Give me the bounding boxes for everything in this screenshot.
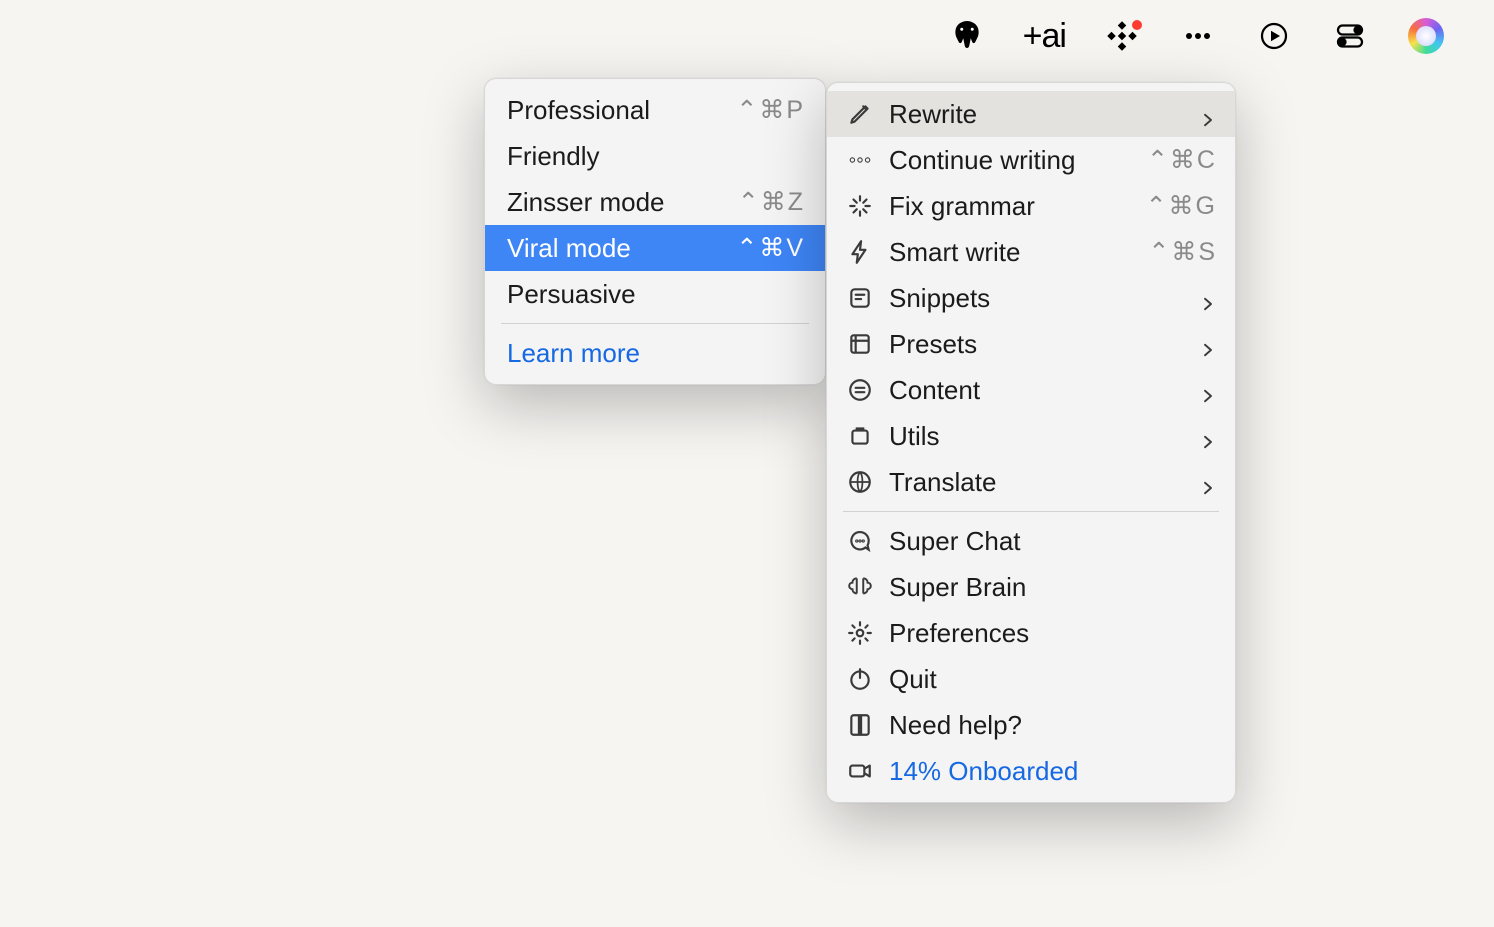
menu-item-label: Preferences bbox=[889, 618, 1217, 649]
chevron-right-icon bbox=[1199, 335, 1217, 353]
content-icon bbox=[845, 375, 875, 405]
menu-separator bbox=[501, 323, 809, 324]
menu-item-snippets[interactable]: Snippets bbox=[827, 275, 1235, 321]
submenu-item-label: Viral mode bbox=[505, 233, 736, 264]
shortcut-label: ⌃⌘G bbox=[1146, 191, 1217, 221]
menu-item-label: Quit bbox=[889, 664, 1217, 695]
chevron-right-icon bbox=[1199, 289, 1217, 307]
diamond-app-icon[interactable] bbox=[1102, 16, 1142, 56]
menu-item-label: Content bbox=[889, 375, 1199, 406]
menu-item-label: Utils bbox=[889, 421, 1199, 452]
chevron-right-icon bbox=[1199, 381, 1217, 399]
menu-item-quit[interactable]: Quit bbox=[827, 656, 1235, 702]
submenu-item-label: Zinsser mode bbox=[505, 187, 738, 218]
menu-item-content[interactable]: Content bbox=[827, 367, 1235, 413]
shortcut-label: ⌃⌘Z bbox=[738, 187, 805, 217]
menu-item-14-onboarded[interactable]: 14% Onboarded bbox=[827, 748, 1235, 794]
bolt-icon bbox=[845, 237, 875, 267]
submenu-item-persuasive[interactable]: Persuasive bbox=[485, 271, 825, 317]
shortcut-label: ⌃⌘P bbox=[736, 95, 805, 125]
menu-item-label: Need help? bbox=[889, 710, 1217, 741]
chevron-right-icon bbox=[1199, 473, 1217, 491]
menu-item-label: Smart write bbox=[889, 237, 1148, 268]
shortcut-label: ⌃⌘S bbox=[1148, 237, 1217, 267]
plus-ai-icon[interactable]: +ai bbox=[1023, 16, 1066, 56]
submenu-item-label: Friendly bbox=[505, 141, 805, 172]
menu-item-fix-grammar[interactable]: Fix grammar⌃⌘G bbox=[827, 183, 1235, 229]
menu-item-label: Continue writing bbox=[889, 145, 1147, 176]
shortcut-label: ⌃⌘C bbox=[1147, 145, 1217, 175]
main-menu: RewriteContinue writing⌃⌘CFix grammar⌃⌘G… bbox=[826, 82, 1236, 803]
menu-separator bbox=[843, 511, 1219, 512]
elephant-app-icon[interactable] bbox=[947, 16, 987, 56]
menu-item-rewrite[interactable]: Rewrite bbox=[827, 91, 1235, 137]
menu-item-label: Super Chat bbox=[889, 526, 1217, 557]
menu-item-smart-write[interactable]: Smart write⌃⌘S bbox=[827, 229, 1235, 275]
submenu-item-learn-more[interactable]: Learn more bbox=[485, 330, 825, 376]
more-icon[interactable] bbox=[1178, 16, 1218, 56]
menu-item-label: 14% Onboarded bbox=[889, 756, 1217, 787]
submenu-item-viral-mode[interactable]: Viral mode⌃⌘V bbox=[485, 225, 825, 271]
menu-item-label: Translate bbox=[889, 467, 1199, 498]
submenu-item-label: Learn more bbox=[505, 338, 805, 369]
video-icon bbox=[845, 756, 875, 786]
power-icon bbox=[845, 664, 875, 694]
submenu-item-label: Persuasive bbox=[505, 279, 805, 310]
menu-item-label: Rewrite bbox=[889, 99, 1199, 130]
gear-icon bbox=[845, 618, 875, 648]
menu-item-super-brain[interactable]: Super Brain bbox=[827, 564, 1235, 610]
play-circle-icon[interactable] bbox=[1254, 16, 1294, 56]
translate-icon bbox=[845, 467, 875, 497]
control-center-icon[interactable] bbox=[1330, 16, 1370, 56]
siri-icon[interactable] bbox=[1406, 16, 1446, 56]
menu-item-utils[interactable]: Utils bbox=[827, 413, 1235, 459]
shortcut-label: ⌃⌘V bbox=[736, 233, 805, 263]
chevron-right-icon bbox=[1199, 427, 1217, 445]
notification-dot-icon bbox=[1132, 20, 1142, 30]
chevron-right-icon bbox=[1199, 105, 1217, 123]
utils-icon bbox=[845, 421, 875, 451]
menu-item-label: Fix grammar bbox=[889, 191, 1146, 222]
snippet-icon bbox=[845, 283, 875, 313]
rewrite-submenu: Professional⌃⌘PFriendlyZinsser mode⌃⌘ZVi… bbox=[484, 78, 826, 385]
menu-item-presets[interactable]: Presets bbox=[827, 321, 1235, 367]
pencil-icon bbox=[845, 99, 875, 129]
menu-item-label: Super Brain bbox=[889, 572, 1217, 603]
sparkle-icon bbox=[845, 191, 875, 221]
menu-item-label: Snippets bbox=[889, 283, 1199, 314]
submenu-item-friendly[interactable]: Friendly bbox=[485, 133, 825, 179]
menu-item-preferences[interactable]: Preferences bbox=[827, 610, 1235, 656]
menubar: +ai bbox=[0, 0, 1494, 72]
submenu-item-professional[interactable]: Professional⌃⌘P bbox=[485, 87, 825, 133]
presets-icon bbox=[845, 329, 875, 359]
submenu-item-zinsser-mode[interactable]: Zinsser mode⌃⌘Z bbox=[485, 179, 825, 225]
chat-icon bbox=[845, 526, 875, 556]
menu-item-need-help-[interactable]: Need help? bbox=[827, 702, 1235, 748]
brain-icon bbox=[845, 572, 875, 602]
ellipsis-icon bbox=[845, 145, 875, 175]
menu-item-translate[interactable]: Translate bbox=[827, 459, 1235, 505]
menu-item-continue-writing[interactable]: Continue writing⌃⌘C bbox=[827, 137, 1235, 183]
menu-item-label: Presets bbox=[889, 329, 1199, 360]
book-icon bbox=[845, 710, 875, 740]
menu-item-super-chat[interactable]: Super Chat bbox=[827, 518, 1235, 564]
submenu-item-label: Professional bbox=[505, 95, 736, 126]
